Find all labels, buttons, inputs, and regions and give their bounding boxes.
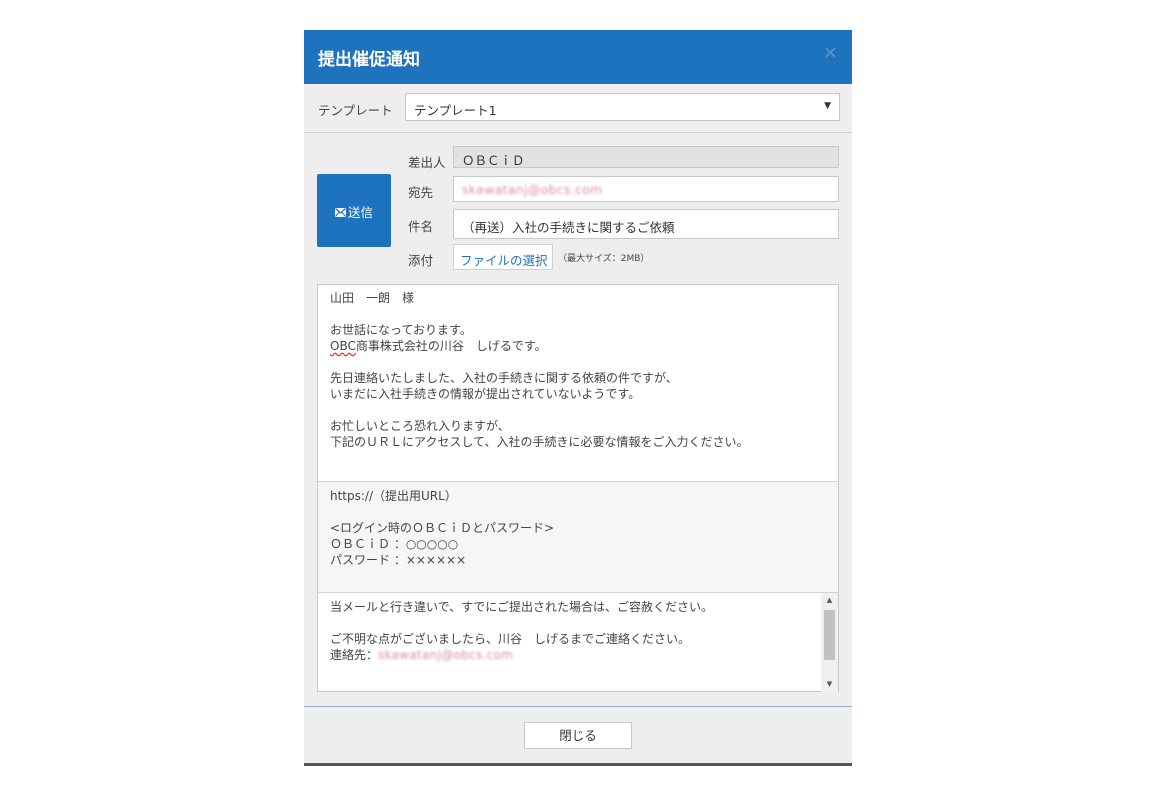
template-label: テンプレート xyxy=(318,103,393,118)
to-value: skawatanj@obcs.com xyxy=(462,182,603,197)
choose-file-label: ファイルの選択 xyxy=(460,253,548,268)
body-section-3: 当メールと行き違いで、すでにご提出された場合は、ご容赦ください。 ​ ご不明な点… xyxy=(318,599,838,663)
scroll-up-icon[interactable]: ▲ xyxy=(821,596,838,604)
sender-label: 差出人 xyxy=(408,155,446,170)
footer-divider xyxy=(304,706,852,707)
choose-file-button[interactable]: ファイルの選択 xyxy=(453,244,553,270)
signature-line: OBC商事株式会社の川谷 しげるです。 xyxy=(330,338,838,354)
to-field[interactable]: skawatanj@obcs.com xyxy=(453,176,839,202)
sender-field: ＯＢＣｉＤ xyxy=(453,146,839,168)
dropdown-arrow-icon: ▼ xyxy=(824,101,831,111)
contact-line: 連絡先：skawatanj@obcs.com xyxy=(330,647,818,663)
template-selected-value: テンプレート1 xyxy=(414,103,497,118)
password-line: パスワード ：×××××× xyxy=(330,553,467,567)
dialog-titlebar: 提出催促通知 × xyxy=(304,30,852,84)
close-button[interactable]: 閉じる xyxy=(524,722,632,749)
greeting-line: お世話になっております。 xyxy=(330,323,472,337)
body-line-6: ご不明な点がございましたら、川谷 しげるまでご連絡ください。 xyxy=(330,632,691,646)
obcid-line: ＯＢＣｉＤ ：○○○○○ xyxy=(330,537,459,551)
body-line-4: 下記のＵＲＬにアクセスして、入社の手続きに必要な情報をご入力ください。 xyxy=(330,435,749,449)
sender-value: ＯＢＣｉＤ xyxy=(462,153,525,168)
body-line-2: いまだに入社手続きの情報が提出されていないようです。 xyxy=(330,387,641,401)
login-header-line: <ログイン時のＯＢＣｉＤとパスワード> xyxy=(330,521,555,535)
signature-rest: 商事株式会社の川谷 しげるです。 xyxy=(355,339,547,353)
scroll-down-icon[interactable]: ▼ xyxy=(821,680,838,688)
send-button-label: 送信 xyxy=(347,205,373,220)
body-line-5: 当メールと行き違いで、すでにご提出された場合は、ご容赦ください。 xyxy=(330,600,714,614)
body-section-2: https://（提出用URL） ​ <ログイン時のＯＢＣｉＤとパスワード> Ｏ… xyxy=(318,481,838,593)
reminder-dialog: 提出催促通知 × テンプレート テンプレート1 ▼ 送信 差出人 ＯＢＣｉＤ 宛… xyxy=(304,30,852,766)
max-size-note: （最大サイズ：2MB） xyxy=(558,254,650,264)
vertical-scrollbar[interactable]: ▲ ▼ xyxy=(821,593,838,692)
url-line: https://（提出用URL） xyxy=(330,489,457,503)
contact-label: 連絡先： xyxy=(330,648,379,662)
attach-label: 添付 xyxy=(408,253,434,268)
to-label: 宛先 xyxy=(408,185,434,200)
body-line-1: 先日連絡いたしました、入社の手続きに関する依頼の件ですが、 xyxy=(330,371,678,385)
signature-prefix: OBC xyxy=(330,339,356,353)
contact-value: skawatanj@obcs.com xyxy=(378,648,514,662)
message-body-editor[interactable]: 山田 一朗 様 ​ お世話になっております。 OBC商事株式会社の川谷 しげるで… xyxy=(317,284,839,692)
template-row: テンプレート テンプレート1 ▼ xyxy=(304,84,852,133)
mail-icon xyxy=(334,207,346,220)
template-select[interactable]: テンプレート1 ▼ xyxy=(405,93,840,121)
body-line-3: お忙しいところ恐れ入りますが、 xyxy=(330,419,510,433)
subject-field[interactable]: （再送）入社の手続きに関するご依頼 xyxy=(453,209,839,239)
subject-label: 件名 xyxy=(408,219,434,234)
body-section-1: 山田 一朗 様 ​ お世話になっております。 OBC商事株式会社の川谷 しげるで… xyxy=(318,290,838,450)
subject-value: （再送）入社の手続きに関するご依頼 xyxy=(462,220,675,235)
scrollbar-thumb[interactable] xyxy=(824,610,835,660)
dialog-title: 提出催促通知 xyxy=(318,50,420,70)
addressee-line: 山田 一朗 様 xyxy=(330,291,415,305)
close-icon[interactable]: × xyxy=(823,44,838,62)
send-button[interactable]: 送信 xyxy=(317,174,391,247)
